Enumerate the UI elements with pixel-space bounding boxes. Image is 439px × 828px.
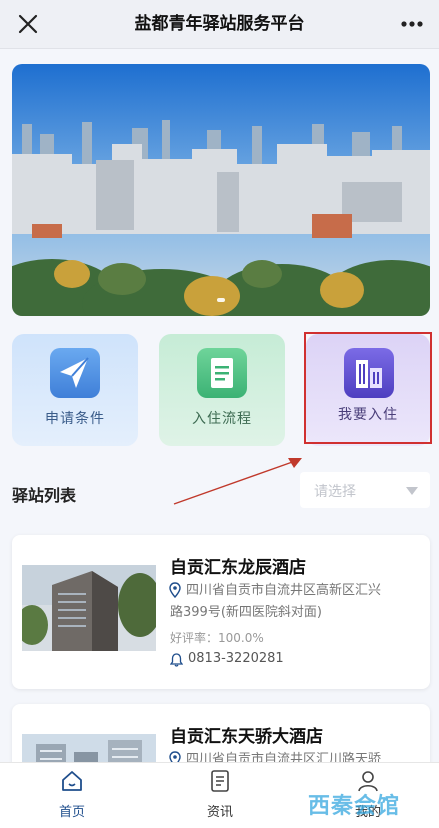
carousel-indicator: [12, 287, 430, 306]
more-icon[interactable]: [397, 12, 427, 36]
annotation-arrow: [173, 458, 302, 505]
city-skyline-image: [12, 64, 430, 316]
banner-carousel[interactable]: [12, 64, 430, 316]
tab-home-label: 首页: [58, 805, 85, 820]
news-icon: [211, 770, 229, 792]
bell-icon: [170, 653, 183, 667]
checkin-process-card[interactable]: 入住流程: [159, 334, 285, 446]
station-name: 自贡汇东龙辰酒店: [170, 558, 306, 578]
filter-select-placeholder: 请选择: [314, 484, 356, 500]
station-card[interactable]: 自贡汇东龙辰酒店 四川省自贡市自流井区高新区汇兴 路399号(新四医院斜对面) …: [12, 535, 430, 689]
station-address-line2: 路399号(新四医院斜对面): [170, 605, 322, 620]
tab-news[interactable]: 资讯: [170, 763, 270, 828]
home-icon: [62, 771, 82, 791]
station-list-title: 驿站列表: [12, 486, 77, 505]
close-icon[interactable]: [14, 10, 42, 38]
location-pin-icon: [169, 582, 181, 598]
station-name: 自贡汇东天骄大酒店: [170, 727, 323, 747]
apply-conditions-card[interactable]: 申请条件: [12, 334, 138, 446]
tab-home[interactable]: 首页: [22, 763, 122, 828]
station-rating: 好评率：100.0%: [170, 631, 264, 645]
document-icon: [197, 348, 247, 398]
watermark-text: 西秦会馆: [308, 794, 401, 819]
chevron-down-icon: [406, 487, 418, 495]
checkin-process-label: 入住流程: [192, 411, 252, 427]
highlight-box: [304, 332, 432, 444]
tab-news-label: 资讯: [206, 805, 233, 820]
station-address-line1: 四川省自贡市自流井区高新区汇兴: [186, 583, 382, 598]
top-bar: 盐都青年驿站服务平台: [0, 0, 439, 49]
filter-select[interactable]: 请选择: [300, 472, 430, 508]
page-title: 盐都青年驿站服务平台: [134, 14, 305, 34]
hotel-photo: [22, 565, 156, 651]
paper-plane-icon: [50, 348, 100, 398]
apply-conditions-label: 申请条件: [45, 411, 105, 427]
station-phone[interactable]: 0813-3220281: [188, 651, 284, 666]
